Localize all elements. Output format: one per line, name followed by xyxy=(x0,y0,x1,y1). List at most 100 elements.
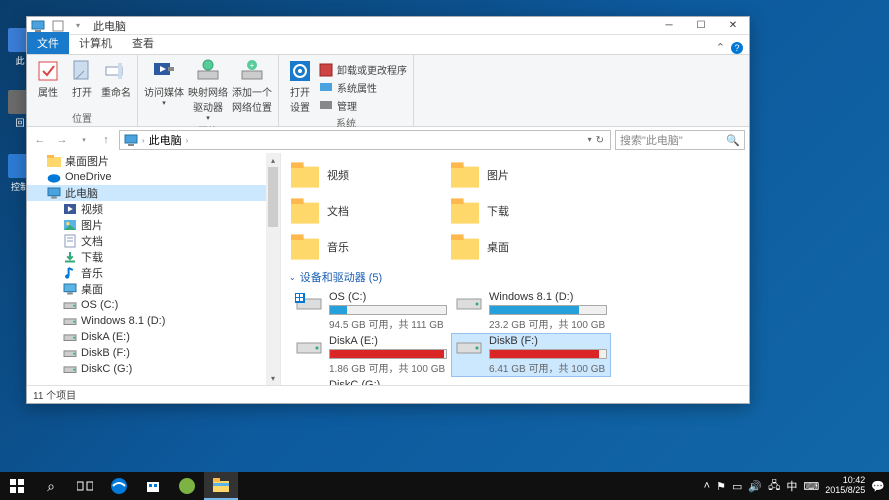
sidebar-item-label: 视频 xyxy=(81,201,103,217)
tray-ime[interactable]: 中 xyxy=(786,478,797,494)
drive-item[interactable]: Windows 8.1 (D:) 23.2 GB 可用，共 100 GB xyxy=(451,289,611,333)
tray-up-icon[interactable]: ˄ xyxy=(704,480,710,492)
sidebar-item-2[interactable]: 此电脑 xyxy=(27,185,280,201)
drive-name: Windows 8.1 (D:) xyxy=(489,291,607,303)
folder-label: 视频 xyxy=(327,167,349,183)
folder-item[interactable]: 音乐 xyxy=(291,229,451,265)
nav-back-button[interactable]: ← xyxy=(31,131,49,149)
taskbar-edge[interactable] xyxy=(102,472,136,500)
drive-free-text: 1.86 GB 可用，共 100 GB xyxy=(329,360,447,375)
ribbon-open[interactable]: 打开 xyxy=(67,59,97,99)
drive-item[interactable]: DiskB (F:) 6.41 GB 可用，共 100 GB xyxy=(451,333,611,377)
tray-network-icon[interactable]: 🖧 xyxy=(768,477,780,496)
folder-item[interactable]: 文档 xyxy=(291,193,451,229)
sidebar-item-label: 桌面图片 xyxy=(65,153,109,169)
refresh-icon[interactable]: ↻ xyxy=(594,135,606,146)
sidebar-item-5[interactable]: 文档 xyxy=(27,233,280,249)
sidebar-item-label: Windows 8.1 (D:) xyxy=(81,315,165,327)
ribbon-properties[interactable]: 属性 xyxy=(33,59,63,99)
sidebar-item-8[interactable]: 桌面 xyxy=(27,281,280,297)
maximize-button[interactable]: ☐ xyxy=(685,17,717,35)
tray-battery-icon[interactable]: ▭ xyxy=(732,480,742,493)
search-button[interactable]: ⌕ xyxy=(34,472,68,500)
folder-icon xyxy=(47,154,61,168)
sidebar-item-0[interactable]: 桌面图片 xyxy=(27,153,280,169)
drive-item[interactable]: OS (C:) 94.5 GB 可用，共 111 GB xyxy=(291,289,451,333)
ribbon-access-media[interactable]: 访问媒体▾ xyxy=(144,59,184,107)
tray-volume-icon[interactable]: 🔊 xyxy=(748,480,762,493)
scroll-down-icon[interactable]: ▾ xyxy=(266,371,280,385)
sidebar-item-6[interactable]: 下载 xyxy=(27,249,280,265)
tray-flag-icon[interactable]: ⚑ xyxy=(716,480,726,493)
drive-icon xyxy=(63,298,77,312)
ribbon-manage[interactable]: 管理 xyxy=(319,97,407,114)
folder-label: 桌面 xyxy=(487,239,509,255)
tab-computer[interactable]: 计算机 xyxy=(69,32,122,54)
folder-label: 下载 xyxy=(487,203,509,219)
sidebar-item-3[interactable]: 视频 xyxy=(27,201,280,217)
search-input[interactable]: 搜索"此电脑" 🔍 xyxy=(615,130,745,150)
taskbar-app[interactable] xyxy=(170,472,204,500)
drive-item[interactable]: DiskA (E:) 1.86 GB 可用，共 100 GB xyxy=(291,333,451,377)
nav-forward-button[interactable]: → xyxy=(53,131,71,149)
sidebar-item-12[interactable]: DiskB (F:) xyxy=(27,345,280,361)
ribbon-add-location[interactable]: +添加一个 网络位置 xyxy=(232,59,272,114)
music-icon xyxy=(291,233,319,261)
close-button[interactable]: ✕ xyxy=(717,17,749,35)
sidebar-item-label: 音乐 xyxy=(81,265,103,281)
sidebar-item-1[interactable]: OneDrive xyxy=(27,169,280,185)
address-input[interactable]: › 此电脑 › ▾ ↻ xyxy=(119,130,611,150)
nav-recent-button[interactable]: ▾ xyxy=(75,131,93,149)
folder-label: 图片 xyxy=(487,167,509,183)
folder-item[interactable]: 下载 xyxy=(451,193,611,229)
drive-icon xyxy=(63,362,77,376)
drive-icon xyxy=(63,330,77,344)
sidebar-item-9[interactable]: OS (C:) xyxy=(27,297,280,313)
scroll-thumb[interactable] xyxy=(268,167,278,227)
tray-keyboard-icon[interactable]: ⌨ xyxy=(803,480,819,493)
search-icon: 🔍 xyxy=(726,134,740,147)
minimize-button[interactable]: ─ xyxy=(653,17,685,35)
drive-icon xyxy=(455,337,483,357)
main-content: 视频 图片文档 下载音乐 桌面 ⌄ 设备和驱动器 (5) OS (C:) 94.5 G… xyxy=(281,153,749,385)
tab-view[interactable]: 查看 xyxy=(122,32,164,54)
taskbar-store[interactable] xyxy=(136,472,170,500)
statusbar: 11 个项目 xyxy=(27,385,749,403)
taskbar-clock[interactable]: 10:42 2015/8/25 xyxy=(825,476,865,496)
folder-label: 文档 xyxy=(327,203,349,219)
tab-file[interactable]: 文件 xyxy=(27,32,69,54)
folder-item[interactable]: 视频 xyxy=(291,157,451,193)
collapse-ribbon-icon[interactable]: ⌃ xyxy=(716,41,725,54)
sidebar-item-label: DiskC (G:) xyxy=(81,363,132,375)
sidebar-scrollbar[interactable]: ▴ ▾ xyxy=(266,153,280,385)
scroll-up-icon[interactable]: ▴ xyxy=(266,153,280,167)
tray-notifications-icon[interactable]: 💬 xyxy=(871,480,885,493)
ribbon-open-settings[interactable]: 打开 设置 xyxy=(285,59,315,114)
picture-icon xyxy=(63,218,77,232)
taskbar-explorer[interactable] xyxy=(204,472,238,500)
ribbon-rename[interactable]: 重命名 xyxy=(101,59,131,99)
desktop-icon xyxy=(451,233,479,261)
drive-icon xyxy=(295,337,323,357)
taskbar: ⌕ ˄ ⚑ ▭ 🔊 🖧 中 ⌨ 10:42 2015/8/25 💬 xyxy=(0,472,889,500)
start-button[interactable] xyxy=(0,472,34,500)
ribbon-map-drive[interactable]: 映射网络 驱动器▾ xyxy=(188,59,228,122)
sidebar-item-11[interactable]: DiskA (E:) xyxy=(27,329,280,345)
nav-up-button[interactable]: ↑ xyxy=(97,131,115,149)
sidebar-item-label: DiskB (F:) xyxy=(81,347,130,359)
ribbon-uninstall[interactable]: 卸载或更改程序 xyxy=(319,61,407,78)
task-view-button[interactable] xyxy=(68,472,102,500)
drives-section-header[interactable]: ⌄ 设备和驱动器 (5) xyxy=(281,265,749,289)
help-icon[interactable]: ? xyxy=(731,42,743,54)
ribbon-sys-props[interactable]: 系统属性 xyxy=(319,79,407,96)
address-dropdown-icon[interactable]: ▾ xyxy=(588,135,592,146)
sidebar-item-13[interactable]: DiskC (G:) xyxy=(27,361,280,377)
folder-item[interactable]: 图片 xyxy=(451,157,611,193)
folder-item[interactable]: 桌面 xyxy=(451,229,611,265)
drive-icon xyxy=(295,293,323,313)
breadcrumb[interactable]: 此电脑 xyxy=(149,132,182,148)
drive-item[interactable]: DiskC (G:) 4.72 GB 可用，共 165 GB xyxy=(291,377,451,385)
sidebar-item-4[interactable]: 图片 xyxy=(27,217,280,233)
sidebar-item-10[interactable]: Windows 8.1 (D:) xyxy=(27,313,280,329)
sidebar-item-7[interactable]: 音乐 xyxy=(27,265,280,281)
